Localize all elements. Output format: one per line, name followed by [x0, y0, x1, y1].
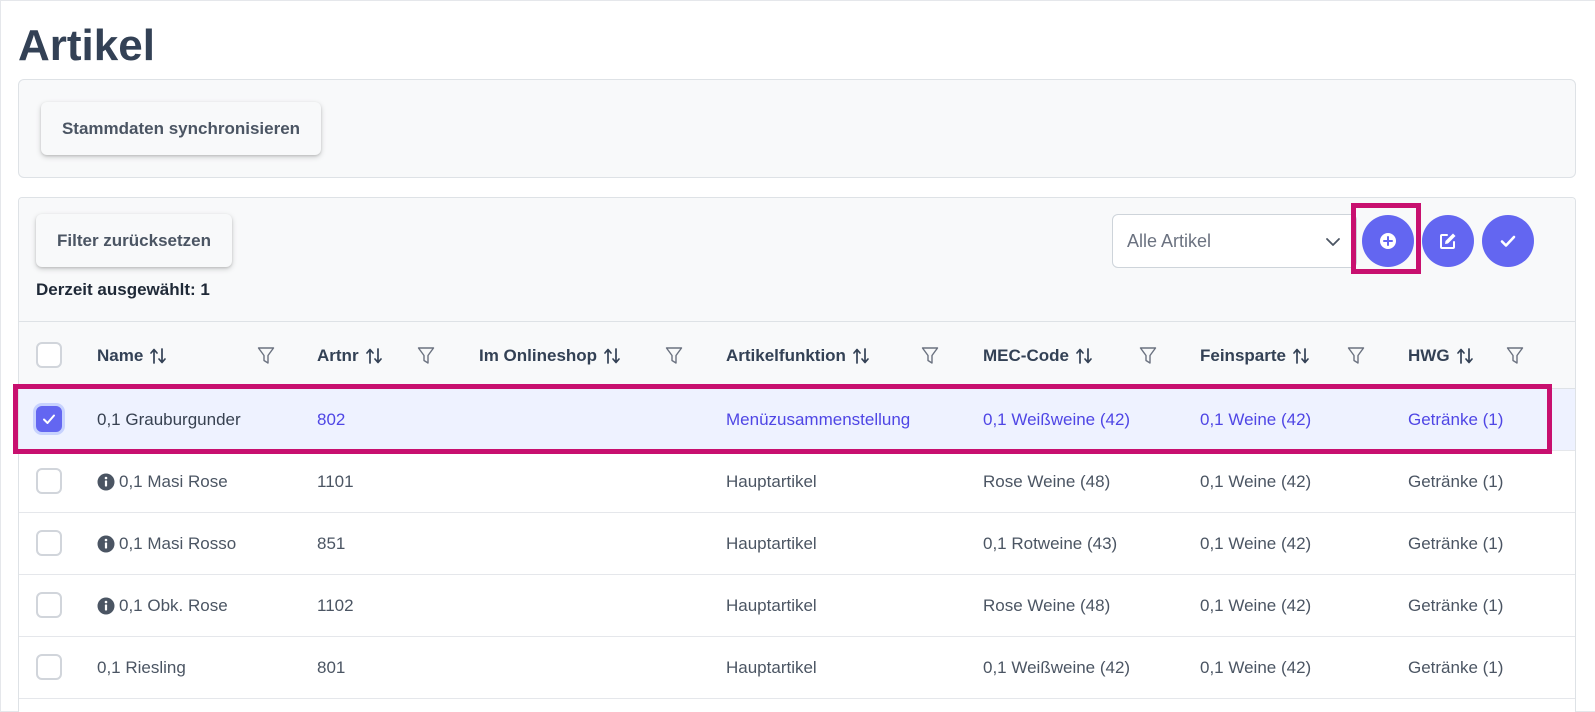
table-row[interactable]: 0,1 Obk. Rose 1102 Hauptartikel Rose Wei…: [19, 575, 1575, 637]
edit-icon: [1440, 233, 1456, 249]
table-row[interactable]: 0,1 Masi Rosso 851 Hauptartikel 0,1 Rotw…: [19, 513, 1575, 575]
chevron-down-icon: [1326, 238, 1340, 246]
row-checkbox[interactable]: [36, 406, 62, 432]
table-row[interactable]: 0,1 Masi Rose 1101 Hauptartikel Rose Wei…: [19, 451, 1575, 513]
selection-count: Derzeit ausgewählt: 1: [36, 280, 210, 299]
cell-hwg: Getränke (1): [1408, 596, 1504, 615]
sort-icon: [853, 347, 869, 364]
cell-hwg[interactable]: Getränke (1): [1408, 389, 1503, 451]
table-header-row: Name Artnr Im Onlineshop Artikelfunktion…: [19, 322, 1575, 389]
row-checkbox[interactable]: [36, 592, 62, 618]
column-header-onlineshop[interactable]: Im Onlineshop: [479, 322, 621, 389]
sync-masterdata-button[interactable]: Stammdaten synchronisieren: [41, 102, 321, 155]
filter-feinsparte-icon[interactable]: [1347, 346, 1365, 366]
cell-artnr: 801: [317, 658, 346, 677]
cell-mec-code[interactable]: 0,1 Weißweine (42): [983, 389, 1130, 451]
info-icon[interactable]: [97, 473, 115, 491]
cell-feinsparte: 0,1 Weine (42): [1200, 472, 1312, 491]
cell-artikelfunktion: Hauptartikel: [726, 534, 817, 553]
cell-artnr[interactable]: 802: [317, 389, 345, 451]
filter-name-icon[interactable]: [257, 346, 275, 366]
article-filter-value: Alle Artikel: [1127, 231, 1212, 251]
cell-name: 0,1 Grauburgunder: [97, 410, 241, 429]
cell-feinsparte: 0,1 Weine (42): [1200, 534, 1312, 553]
cell-hwg: Getränke (1): [1408, 658, 1504, 677]
row-checkbox[interactable]: [36, 468, 62, 494]
cell-mec-code: 0,1 Weißweine (42): [983, 658, 1131, 677]
cell-hwg: Getränke (1): [1408, 472, 1504, 491]
column-header-feinsparte[interactable]: Feinsparte: [1200, 322, 1310, 389]
sort-icon: [1076, 347, 1092, 364]
cell-feinsparte[interactable]: 0,1 Weine (42): [1200, 389, 1311, 451]
cell-mec-code: 0,1 Rotweine (43): [983, 534, 1118, 553]
cell-mec-code: Rose Weine (48): [983, 596, 1111, 615]
column-header-hwg[interactable]: HWG: [1408, 322, 1474, 389]
column-header-mec-code[interactable]: MEC-Code: [983, 322, 1093, 389]
cell-artnr: 1101: [317, 472, 354, 491]
sort-icon: [1293, 347, 1309, 364]
table-row[interactable]: 0,1 Grauburgunder 802 Menüzusammenstellu…: [19, 389, 1575, 451]
cell-name: 0,1 Masi Rosso: [97, 513, 236, 575]
column-header-artikelfunktion[interactable]: Artikelfunktion: [726, 322, 870, 389]
article-filter-select[interactable]: Alle Artikel: [1112, 214, 1357, 268]
cell-artikelfunktion: Hauptartikel: [726, 596, 817, 615]
cell-artikelfunktion: Hauptartikel: [726, 472, 817, 491]
column-header-name[interactable]: Name: [97, 322, 167, 389]
cell-name: 0,1 Riesling: [97, 658, 186, 677]
filter-artnr-icon[interactable]: [417, 346, 435, 366]
cell-artikelfunktion: Hauptartikel: [726, 658, 817, 677]
cell-hwg: Getränke (1): [1408, 534, 1504, 553]
cell-artnr: 851: [317, 534, 346, 553]
check-icon: [1500, 235, 1516, 247]
info-icon[interactable]: [97, 535, 115, 553]
sort-icon: [150, 347, 167, 364]
filter-onlineshop-icon[interactable]: [665, 346, 683, 366]
page-title: Artikel: [18, 21, 155, 70]
cell-name: 0,1 Obk. Rose: [97, 575, 228, 637]
reset-filter-button[interactable]: Filter zurücksetzen: [36, 214, 232, 267]
cell-feinsparte: 0,1 Weine (42): [1200, 596, 1312, 615]
edit-button[interactable]: [1422, 215, 1474, 267]
cell-feinsparte: 0,1 Weine (42): [1200, 658, 1312, 677]
filter-hwg-icon[interactable]: [1506, 346, 1524, 366]
column-header-artnr[interactable]: Artnr: [317, 322, 383, 389]
cell-artikelfunktion[interactable]: Menüzusammenstellung: [726, 389, 910, 451]
cell-name: 0,1 Masi Rose: [97, 451, 228, 513]
select-all-checkbox[interactable]: [36, 342, 62, 368]
sort-icon: [604, 347, 620, 364]
filter-mec-code-icon[interactable]: [1139, 346, 1157, 366]
sort-icon: [365, 347, 382, 364]
cell-artnr: 1102: [317, 596, 354, 615]
row-checkbox[interactable]: [36, 654, 62, 680]
info-icon[interactable]: [97, 597, 115, 615]
sort-icon: [1456, 347, 1473, 364]
filter-artikelfunktion-icon[interactable]: [921, 346, 939, 366]
row-checkbox[interactable]: [36, 530, 62, 556]
article-table: Filter zurücksetzen Derzeit ausgewählt: …: [18, 197, 1576, 712]
confirm-button[interactable]: [1482, 215, 1534, 267]
plus-circle-icon: [1380, 233, 1396, 249]
table-toolbar: Filter zurücksetzen Derzeit ausgewählt: …: [19, 198, 1575, 322]
toolbar-panel: Stammdaten synchronisieren: [18, 79, 1576, 178]
table-row[interactable]: 0,1 Riesling 801 Hauptartikel 0,1 Weißwe…: [19, 637, 1575, 699]
check-icon: [43, 414, 55, 424]
add-button[interactable]: [1362, 215, 1414, 267]
cell-mec-code: Rose Weine (48): [983, 472, 1111, 491]
